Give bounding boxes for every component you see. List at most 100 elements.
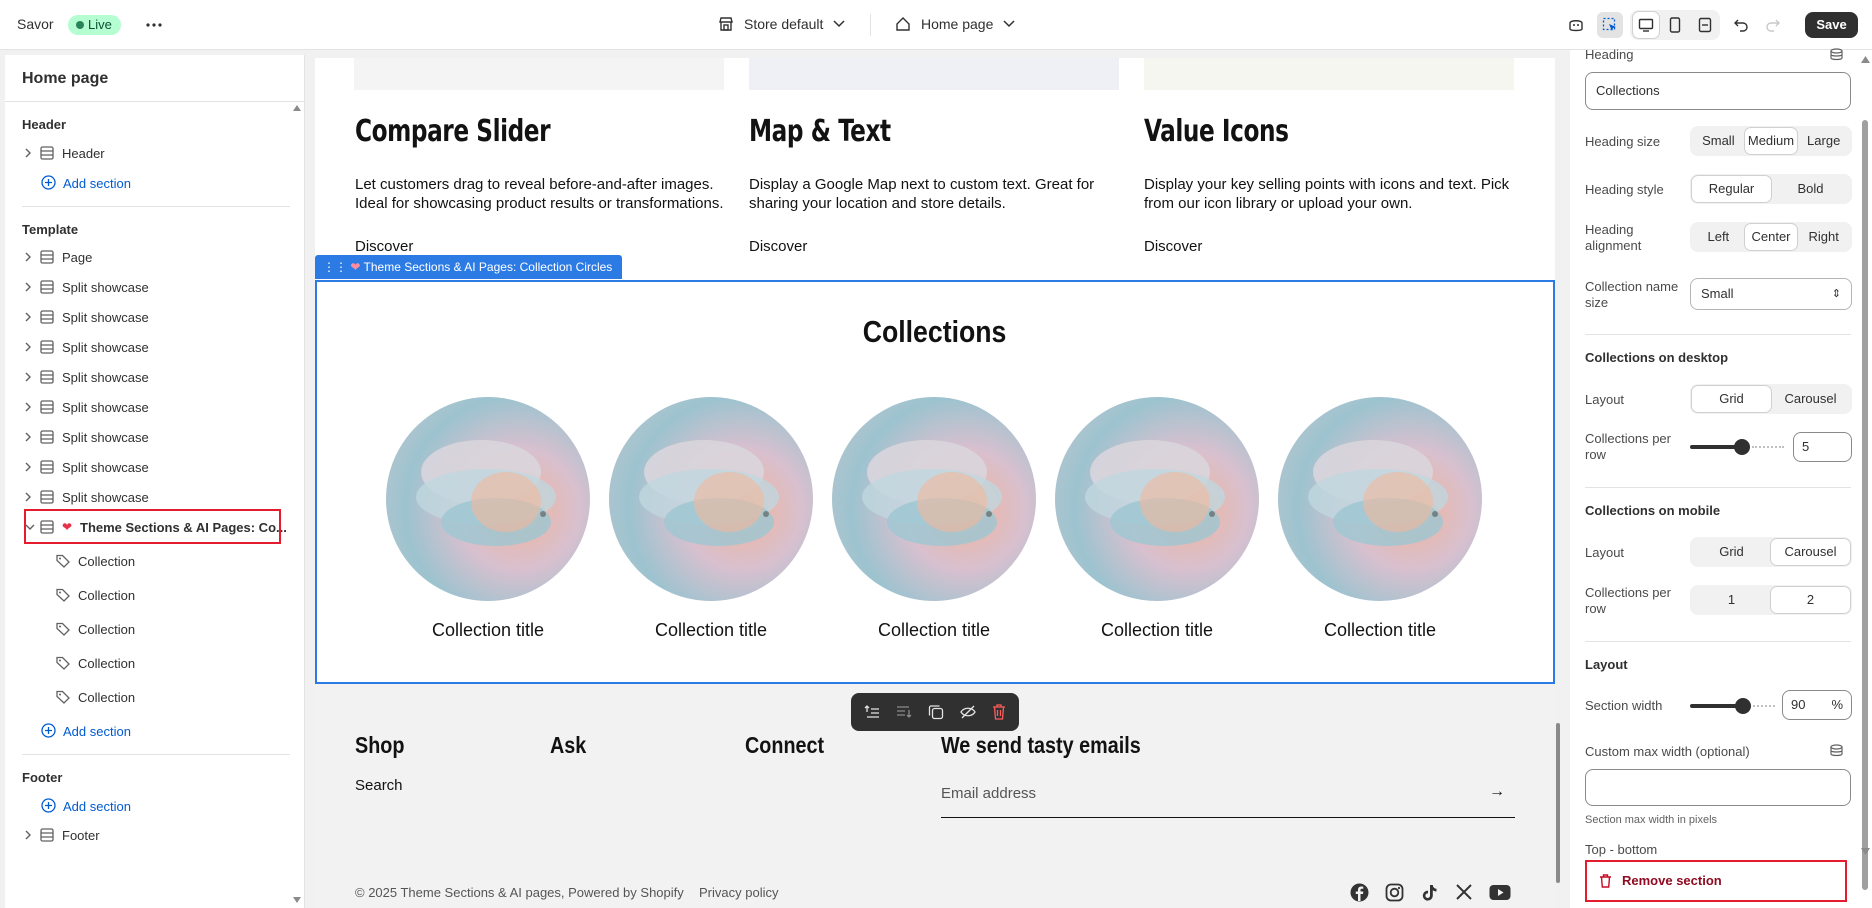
- theme-store-icon[interactable]: [1563, 12, 1589, 38]
- desktop-layout-grid[interactable]: Grid: [1692, 386, 1771, 412]
- alignment-center[interactable]: Center: [1744, 224, 1798, 250]
- collection-title[interactable]: Collection title: [1265, 620, 1495, 641]
- instagram-icon[interactable]: [1385, 883, 1404, 902]
- sidebar-item-template[interactable]: Split showcase: [22, 275, 280, 299]
- scroll-up-arrow[interactable]: [292, 104, 302, 112]
- per-row-input[interactable]: 5: [1793, 432, 1852, 462]
- collection-image[interactable]: [386, 397, 590, 601]
- alignment-right[interactable]: Right: [1797, 224, 1850, 250]
- tiktok-icon[interactable]: [1420, 883, 1439, 902]
- fullscreen-icon[interactable]: [1692, 12, 1718, 38]
- chevron-right-icon[interactable]: [22, 251, 34, 263]
- custom-max-width-input[interactable]: [1585, 769, 1851, 806]
- mobile-per-row-2[interactable]: 2: [1771, 587, 1850, 613]
- arrow-right-icon[interactable]: →: [1489, 783, 1505, 801]
- sidebar-item-template[interactable]: Split showcase: [22, 455, 280, 479]
- collection-image[interactable]: [1055, 397, 1259, 601]
- feature-link[interactable]: Discover: [1144, 238, 1202, 255]
- move-down-icon[interactable]: [896, 705, 912, 719]
- footer-link-search[interactable]: Search: [355, 777, 403, 794]
- chevron-right-icon[interactable]: [22, 371, 34, 383]
- desktop-view-icon[interactable]: [1633, 12, 1659, 38]
- more-actions-icon[interactable]: [141, 12, 167, 38]
- sidebar-item-template[interactable]: Page: [22, 245, 280, 269]
- email-input[interactable]: Email address →: [941, 779, 1515, 818]
- scrollbar-thumb[interactable]: [1556, 723, 1560, 883]
- scrollbar-thumb[interactable]: [1862, 120, 1868, 890]
- mobile-layout-control: Grid Carousel: [1690, 537, 1852, 567]
- feature-link[interactable]: Discover: [355, 238, 413, 255]
- sidebar-item-template[interactable]: Split showcase: [22, 485, 280, 509]
- scroll-down-arrow[interactable]: [292, 896, 302, 904]
- chevron-right-icon[interactable]: [22, 147, 34, 159]
- sidebar-item-footer[interactable]: Footer: [22, 823, 280, 847]
- section-icon: [40, 370, 54, 384]
- per-row-slider-knob[interactable]: [1734, 439, 1750, 455]
- database-icon[interactable]: [1830, 744, 1843, 757]
- sidebar-item-template[interactable]: Split showcase: [22, 425, 280, 449]
- sidebar-item-template[interactable]: Split showcase: [22, 305, 280, 329]
- collection-image[interactable]: [609, 397, 813, 601]
- scroll-up-arrow[interactable]: [1861, 56, 1870, 63]
- delete-icon[interactable]: [992, 704, 1006, 720]
- heading-style-regular[interactable]: Regular: [1692, 176, 1771, 202]
- feature-link[interactable]: Discover: [749, 238, 807, 255]
- scroll-down-arrow[interactable]: [1861, 848, 1870, 855]
- sidebar-item-template[interactable]: Split showcase: [22, 395, 280, 419]
- section-width-slider-knob[interactable]: [1735, 698, 1751, 714]
- layout-section-title: Layout: [1585, 657, 1628, 672]
- section-width-input[interactable]: 90 %: [1782, 690, 1852, 720]
- duplicate-icon[interactable]: [928, 704, 944, 720]
- collection-title[interactable]: Collection title: [596, 620, 826, 641]
- chevron-right-icon[interactable]: [22, 491, 34, 503]
- collection-name-size-select[interactable]: Small ⇕: [1690, 278, 1852, 310]
- collection-title[interactable]: Collection title: [819, 620, 1049, 641]
- database-icon[interactable]: [1830, 48, 1843, 61]
- preview-scrollbar[interactable]: [1555, 58, 1561, 908]
- chevron-right-icon[interactable]: [22, 461, 34, 473]
- collection-title[interactable]: Collection title: [373, 620, 603, 641]
- section-tag[interactable]: ⋮⋮ ❤ Theme Sections & AI Pages: Collecti…: [315, 255, 623, 279]
- move-up-icon[interactable]: [864, 705, 880, 719]
- chevron-right-icon[interactable]: [22, 829, 34, 841]
- per-row-label: Collections per row: [1585, 431, 1671, 462]
- heading-size-small[interactable]: Small: [1692, 128, 1745, 154]
- mobile-per-row-1[interactable]: 1: [1692, 587, 1771, 613]
- undo-icon[interactable]: [1728, 12, 1754, 38]
- collection-title[interactable]: Collection title: [1042, 620, 1272, 641]
- sidebar-item-label: Footer: [62, 828, 100, 843]
- chevron-right-icon[interactable]: [22, 431, 34, 443]
- chevron-right-icon[interactable]: [22, 311, 34, 323]
- collection-image[interactable]: [1278, 397, 1482, 601]
- heading-alignment-label: Heading alignment: [1585, 222, 1642, 253]
- heading-style-bold[interactable]: Bold: [1771, 176, 1850, 202]
- chevron-right-icon[interactable]: [22, 281, 34, 293]
- mobile-layout-grid[interactable]: Grid: [1692, 539, 1771, 565]
- theme-selector[interactable]: Store default: [718, 14, 848, 36]
- save-button[interactable]: Save: [1805, 12, 1858, 38]
- x-icon[interactable]: [1455, 883, 1473, 901]
- desktop-layout-carousel[interactable]: Carousel: [1771, 386, 1850, 412]
- redo-icon[interactable]: [1760, 12, 1786, 38]
- heading-size-medium[interactable]: Medium: [1744, 128, 1798, 154]
- facebook-icon[interactable]: [1350, 883, 1369, 902]
- chevron-right-icon[interactable]: [22, 401, 34, 413]
- youtube-icon[interactable]: [1489, 884, 1511, 901]
- sidebar-item-template[interactable]: Split showcase: [22, 335, 280, 359]
- sidebar-item-header[interactable]: Header: [22, 141, 280, 165]
- page-selector[interactable]: Home page: [895, 14, 1020, 36]
- collection-image[interactable]: [832, 397, 1036, 601]
- sidebar-item-template[interactable]: Split showcase: [22, 365, 280, 389]
- heading-input[interactable]: Collections: [1585, 72, 1851, 110]
- heading-size-large[interactable]: Large: [1797, 128, 1850, 154]
- mobile-layout-carousel[interactable]: Carousel: [1771, 539, 1850, 565]
- mobile-view-icon[interactable]: [1662, 12, 1688, 38]
- privacy-policy-link[interactable]: Privacy policy: [699, 885, 778, 900]
- inspector-icon[interactable]: [1597, 12, 1623, 38]
- sidebar-item-label: Split showcase: [62, 280, 149, 295]
- alignment-left[interactable]: Left: [1692, 224, 1745, 250]
- store-name[interactable]: Savor: [17, 16, 54, 32]
- chevron-right-icon[interactable]: [22, 341, 34, 353]
- settings-scrollbar[interactable]: [1859, 50, 1872, 908]
- hide-icon[interactable]: [960, 704, 976, 720]
